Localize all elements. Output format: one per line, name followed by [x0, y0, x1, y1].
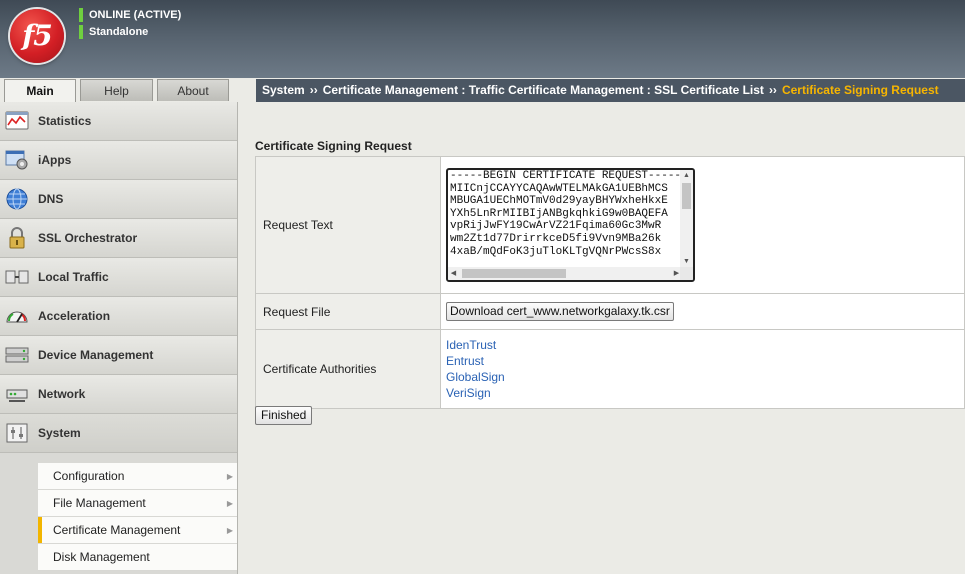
- sidebar-item-label: Network: [38, 387, 86, 401]
- sidebar-item-local-traffic[interactable]: Local Traffic: [0, 258, 237, 297]
- device-status: ONLINE (ACTIVE): [79, 8, 181, 22]
- request-text-area[interactable]: -----BEGIN CERTIFICATE REQUEST----- MIIC…: [446, 168, 695, 282]
- header-banner: f5 ONLINE (ACTIVE) Standalone: [0, 0, 965, 78]
- submenu-label: Certificate Management: [53, 523, 181, 537]
- sidebar-item-label: Device Management: [38, 348, 154, 362]
- request-text-content[interactable]: -----BEGIN CERTIFICATE REQUEST----- MIIC…: [450, 170, 682, 268]
- scroll-left-icon[interactable]: ◀: [448, 267, 459, 280]
- submenu-disk-management[interactable]: Disk Management: [38, 544, 237, 571]
- csr-properties-table: Request Text -----BEGIN CERTIFICATE REQU…: [255, 156, 965, 409]
- sidebar-item-label: Acceleration: [38, 309, 111, 323]
- sidebar-item-statistics[interactable]: Statistics: [0, 102, 237, 141]
- scroll-thumb[interactable]: [682, 183, 691, 209]
- chevron-right-icon: ▶: [226, 526, 233, 535]
- download-csr-button[interactable]: Download cert_www.networkgalaxy.tk.csr: [446, 302, 674, 321]
- breadcrumb-separator: ››: [768, 83, 777, 97]
- ca-link-identrust[interactable]: IdenTrust: [446, 337, 959, 353]
- request-text-cell: -----BEGIN CERTIFICATE REQUEST----- MIIC…: [440, 156, 965, 294]
- submenu-certificate-management[interactable]: Certificate Management ▶: [38, 517, 237, 544]
- sidebar-item-label: DNS: [38, 192, 64, 206]
- sidebar-item-iapps[interactable]: iApps: [0, 141, 237, 180]
- ca-link-entrust[interactable]: Entrust: [446, 353, 959, 369]
- device-mode: Standalone: [79, 25, 148, 39]
- certificate-authorities-label: Certificate Authorities: [255, 329, 441, 409]
- f5-logo[interactable]: f5: [10, 9, 64, 63]
- sidebar-item-label: iApps: [38, 153, 72, 167]
- submenu-label: Disk Management: [53, 550, 150, 564]
- vertical-scrollbar[interactable]: ▲ ▼: [680, 170, 693, 267]
- sidebar: Statistics iApps DNS SSL Orchestrator Lo…: [0, 102, 238, 574]
- section-title: Certificate Signing Request: [255, 139, 412, 153]
- network-icon: [6, 389, 28, 402]
- sidebar-item-ssl-orchestrator[interactable]: SSL Orchestrator: [0, 219, 237, 258]
- tab-help[interactable]: Help: [80, 79, 153, 101]
- sidebar-item-device-management[interactable]: Device Management: [0, 336, 237, 375]
- scroll-down-icon[interactable]: ▼: [680, 256, 693, 267]
- sidebar-item-system[interactable]: System: [0, 414, 237, 453]
- system-icon: [6, 423, 28, 443]
- gauge-icon: [6, 311, 28, 323]
- statistics-icon: [5, 111, 29, 130]
- sidebar-item-dns[interactable]: DNS: [0, 180, 237, 219]
- horizontal-scrollbar[interactable]: ◀ ▶: [448, 267, 682, 280]
- breadcrumb-separator: ››: [309, 83, 318, 97]
- breadcrumb-system[interactable]: System: [262, 83, 305, 97]
- submenu-label: File Management: [53, 496, 146, 510]
- sidebar-item-label: System: [38, 426, 81, 440]
- scroll-thumb[interactable]: [462, 269, 566, 278]
- sidebar-item-network[interactable]: Network: [0, 375, 237, 414]
- submenu-configuration[interactable]: Configuration ▶: [38, 463, 237, 490]
- main-content: Certificate Signing Request Request Text…: [237, 102, 965, 574]
- certificate-authorities-cell: IdenTrust Entrust GlobalSign VeriSign: [440, 329, 965, 409]
- breadcrumb-ssl-certificate-list[interactable]: Certificate Management : Traffic Certifi…: [323, 83, 764, 97]
- sidebar-item-label: Local Traffic: [38, 270, 109, 284]
- table-row: Certificate Authorities IdenTrust Entrus…: [255, 329, 965, 409]
- lock-icon: [9, 227, 25, 249]
- chevron-right-icon: ▶: [226, 472, 233, 481]
- system-submenu: Configuration ▶ File Management ▶ Certif…: [38, 463, 237, 571]
- request-text-label: Request Text: [255, 156, 441, 294]
- submenu-file-management[interactable]: File Management ▶: [38, 490, 237, 517]
- submenu-label: Configuration: [53, 469, 125, 483]
- sidebar-item-label: Statistics: [38, 114, 92, 128]
- sidebar-item-label: SSL Orchestrator: [38, 231, 138, 245]
- finished-button[interactable]: Finished: [255, 406, 313, 425]
- table-row: Request Text -----BEGIN CERTIFICATE REQU…: [255, 156, 965, 294]
- iapps-icon: [5, 150, 28, 170]
- dns-globe-icon: [6, 188, 28, 210]
- table-row: Request File Download cert_www.networkga…: [255, 293, 965, 330]
- scroll-up-icon[interactable]: ▲: [680, 170, 693, 181]
- scroll-corner: [680, 267, 693, 280]
- chevron-right-icon: ▶: [226, 499, 233, 508]
- breadcrumb-current: Certificate Signing Request: [781, 83, 939, 97]
- sidebar-item-acceleration[interactable]: Acceleration: [0, 297, 237, 336]
- tab-main[interactable]: Main: [4, 79, 76, 103]
- ca-link-verisign[interactable]: VeriSign: [446, 385, 959, 401]
- device-icon: [5, 347, 29, 363]
- ca-link-globalsign[interactable]: GlobalSign: [446, 369, 959, 385]
- local-traffic-icon: [5, 270, 29, 284]
- breadcrumb: System ›› Certificate Management : Traffic…: [256, 79, 965, 102]
- tab-about[interactable]: About: [157, 79, 229, 101]
- request-file-label: Request File: [255, 293, 441, 330]
- request-file-cell: Download cert_www.networkgalaxy.tk.csr: [440, 293, 965, 330]
